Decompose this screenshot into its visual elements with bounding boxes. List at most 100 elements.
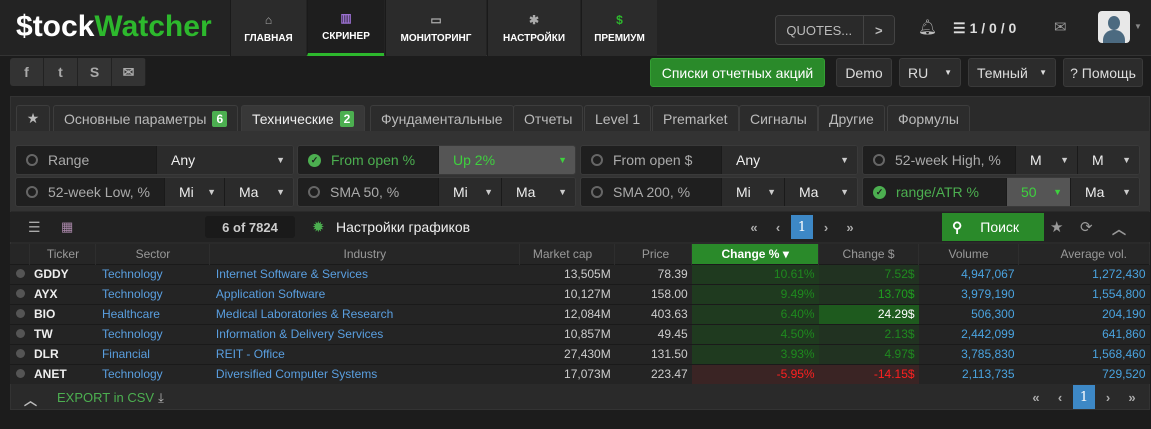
collapse-icon[interactable]: ︿ xyxy=(1112,219,1126,239)
first-page-icon[interactable]: « xyxy=(743,215,765,239)
next-page-icon[interactable]: › xyxy=(815,215,837,239)
nav-settings[interactable]: ✱ НАСТРОЙКИ xyxy=(487,0,580,56)
table-row[interactable]: DLR Financial REIT - Office 27,430M 131.50 3.… xyxy=(10,343,1150,364)
favorites-tab[interactable]: ★ xyxy=(16,105,50,131)
nav-screener[interactable]: ▥ СКРИНЕР xyxy=(307,0,384,56)
first-page-icon[interactable]: « xyxy=(1025,385,1047,409)
nav-premium[interactable]: $ ПРЕМИУМ xyxy=(581,0,657,56)
next-page-icon[interactable]: › xyxy=(1097,385,1119,409)
column-header[interactable]: Average vol. xyxy=(1018,244,1150,264)
min-select[interactable]: 50 ▼ xyxy=(1006,178,1070,206)
min-select[interactable]: Mi ▼ xyxy=(438,178,501,206)
skype-icon[interactable]: S xyxy=(78,58,112,86)
column-header[interactable]: Ticker xyxy=(29,244,97,264)
mail-icon[interactable]: ✉ xyxy=(1054,18,1067,36)
nav-home[interactable]: ⌂ ГЛАВНАЯ xyxy=(230,0,306,56)
tab-premarket[interactable]: Premarket xyxy=(652,105,739,131)
column-header[interactable]: Change % ▾ xyxy=(691,244,820,264)
min-select[interactable]: Mi ▼ xyxy=(721,178,784,206)
last-page-icon[interactable]: » xyxy=(839,215,861,239)
tab-technical[interactable]: Технические 2 xyxy=(241,105,366,131)
quotes-label[interactable]: QUOTES... xyxy=(776,16,863,44)
export-csv-link[interactable]: EXPORT in CSV ⤓ xyxy=(57,390,164,406)
industry-cell[interactable]: Internet Software & Services xyxy=(209,263,520,284)
tab-signals[interactable]: Сигналы xyxy=(739,105,818,131)
max-select[interactable]: Ma ▼ xyxy=(784,178,857,206)
filter-select[interactable]: Up 2% ▼ xyxy=(438,146,575,174)
logo[interactable]: $tockWatcher xyxy=(16,10,212,44)
ticker-cell[interactable]: ANET xyxy=(29,363,96,384)
table-row[interactable]: ANET Technology Diversified Computer Syste… xyxy=(10,363,1150,384)
ticker-cell[interactable]: DLR xyxy=(29,343,96,364)
tab-level1[interactable]: Level 1 xyxy=(584,105,652,131)
gear-icon[interactable]: ✹ xyxy=(312,218,325,236)
sector-cell[interactable]: Technology xyxy=(95,323,210,344)
min-select[interactable]: M ▼ xyxy=(1015,146,1077,174)
sector-cell[interactable]: Financial xyxy=(95,343,210,364)
max-select[interactable]: M ▼ xyxy=(1077,146,1139,174)
max-select[interactable]: Ma ▼ xyxy=(224,178,293,206)
check-icon[interactable]: ✓ xyxy=(308,153,321,167)
radio-icon[interactable] xyxy=(26,154,38,166)
tab-reports[interactable]: Отчеты xyxy=(513,105,584,131)
sector-cell[interactable]: Technology xyxy=(95,263,210,284)
ticker-cell[interactable]: BIO xyxy=(29,303,96,324)
column-header[interactable]: Volume xyxy=(918,244,1019,264)
radio-icon[interactable] xyxy=(591,186,603,198)
table-row[interactable]: AYX Technology Application Software 10,127M… xyxy=(10,283,1150,304)
mail-icon[interactable]: ✉ xyxy=(112,58,146,86)
industry-cell[interactable]: Application Software xyxy=(209,283,520,304)
star-icon[interactable]: ★ xyxy=(1050,218,1063,236)
radio-icon[interactable] xyxy=(591,154,603,166)
filter-select[interactable]: Any ▼ xyxy=(721,146,857,174)
quotes-input[interactable]: QUOTES... > xyxy=(775,15,895,45)
sector-cell[interactable]: Technology xyxy=(95,283,210,304)
check-icon[interactable]: ✓ xyxy=(873,185,886,199)
language-select[interactable]: RU ▼ xyxy=(899,58,961,87)
chart-settings-link[interactable]: Настройки графиков xyxy=(336,219,470,235)
industry-cell[interactable]: Diversified Computer Systems xyxy=(209,363,520,384)
refresh-icon[interactable]: ⟳ xyxy=(1080,218,1093,236)
column-header[interactable]: Market cap xyxy=(519,244,616,264)
collapse-icon[interactable]: ︿ xyxy=(24,390,37,409)
column-header[interactable]: Change $ xyxy=(818,244,920,264)
bell-icon[interactable]: 🔔︎ xyxy=(918,18,937,36)
radio-icon[interactable] xyxy=(873,154,885,166)
search-button[interactable]: ⚲ Поиск xyxy=(942,213,1044,241)
ticker-cell[interactable]: TW xyxy=(29,323,96,344)
ticker-cell[interactable]: GDDY xyxy=(29,263,96,284)
chevron-right-icon[interactable]: > xyxy=(862,16,894,44)
table-row[interactable]: BIO Healthcare Medical Laboratories & Rese… xyxy=(10,303,1150,324)
tab-formulas[interactable]: Формулы xyxy=(887,105,970,131)
tab-fundamental[interactable]: Фундаментальные xyxy=(370,105,514,131)
prev-page-icon[interactable]: ‹ xyxy=(1049,385,1071,409)
last-page-icon[interactable]: » xyxy=(1121,385,1143,409)
industry-cell[interactable]: Medical Laboratories & Research xyxy=(209,303,520,324)
column-header[interactable]: Price xyxy=(614,244,693,264)
min-select[interactable]: Mi ▼ xyxy=(164,178,224,206)
tab-other[interactable]: Другие xyxy=(818,105,885,131)
list-view-icon[interactable]: ☰ xyxy=(28,219,41,236)
table-row[interactable]: TW Technology Information & Delivery Servi… xyxy=(10,323,1150,344)
max-select[interactable]: Ma ▼ xyxy=(501,178,575,206)
radio-icon[interactable] xyxy=(308,186,320,198)
prev-page-icon[interactable]: ‹ xyxy=(767,215,789,239)
table-row[interactable]: GDDY Technology Internet Software & Servic… xyxy=(10,263,1150,284)
sector-cell[interactable]: Healthcare xyxy=(95,303,210,324)
industry-cell[interactable]: REIT - Office xyxy=(209,343,520,364)
radio-icon[interactable] xyxy=(26,186,38,198)
filter-select[interactable]: Any ▼ xyxy=(156,146,293,174)
demo-button[interactable]: Demo xyxy=(836,58,892,87)
watchlist-counter[interactable]: ☰ 1 / 0 / 0 xyxy=(953,20,1016,37)
reports-list-button[interactable]: Списки отчетных акций xyxy=(650,58,825,87)
sector-cell[interactable]: Technology xyxy=(95,363,210,384)
industry-cell[interactable]: Information & Delivery Services xyxy=(209,323,520,344)
facebook-icon[interactable]: f xyxy=(10,58,44,86)
chevron-down-icon[interactable]: ▼ xyxy=(1134,22,1142,31)
page-1[interactable]: 1 xyxy=(791,215,813,239)
avatar[interactable] xyxy=(1098,11,1130,43)
column-header[interactable]: Industry xyxy=(209,244,521,264)
max-select[interactable]: Ma ▼ xyxy=(1070,178,1139,206)
twitter-icon[interactable]: t xyxy=(44,58,78,86)
ticker-cell[interactable]: AYX xyxy=(29,283,96,304)
